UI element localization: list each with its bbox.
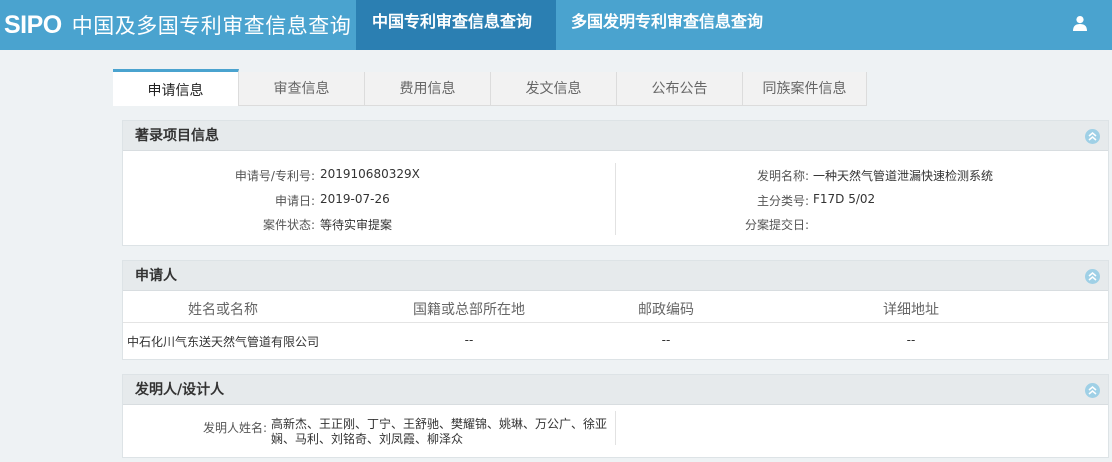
bibliographic-panel-header: 著录项目信息 xyxy=(123,121,1108,151)
tab-family-cases[interactable]: 同族案件信息 xyxy=(743,72,867,106)
column-header-nationality: 国籍或总部所在地 xyxy=(413,302,525,318)
detail-tabs: 申请信息 审查信息 费用信息 发文信息 公布公告 同族案件信息 xyxy=(113,69,867,106)
invention-name-value: 一种天然气管道泄漏快速检测系统 xyxy=(813,169,994,183)
main-class-label: 主分类号: xyxy=(756,194,809,208)
nav-tab-china-patent[interactable]: 中国专利审查信息查询 xyxy=(356,0,556,50)
tab-notice-info[interactable]: 发文信息 xyxy=(491,72,617,106)
site-title: 中国及多国专利审查信息查询 xyxy=(71,14,352,38)
inventor-names-line-2: 娴、马利、刘铭奇、刘凤霞、柳泽众 xyxy=(271,432,464,446)
inventor-panel-header: 发明人/设计人 xyxy=(123,375,1108,405)
table-divider xyxy=(123,322,1108,323)
bibliographic-panel-title: 著录项目信息 xyxy=(135,128,219,144)
divisional-date-label: 分案提交日: xyxy=(744,218,809,232)
case-status-label: 案件状态: xyxy=(262,218,315,232)
tab-publication-info[interactable]: 公布公告 xyxy=(617,72,743,106)
logo-mark: SIPO xyxy=(4,10,62,39)
inventor-panel-title: 发明人/设计人 xyxy=(135,382,225,398)
sipo-logo[interactable]: SIPO 中国及多国专利审查信息查询 xyxy=(4,8,351,42)
application-number-value: 201910680329X xyxy=(320,167,420,181)
column-header-postcode: 邮政编码 xyxy=(638,302,694,318)
tab-application-info[interactable]: 申请信息 xyxy=(113,69,239,106)
inventor-panel: 发明人/设计人 发明人姓名: 高新杰、王正刚、丁宁、王舒驰、樊耀锦、姚琳、万公广… xyxy=(122,374,1109,458)
collapse-icon[interactable] xyxy=(1085,269,1100,284)
application-number-label: 申请号/专利号: xyxy=(234,169,315,183)
user-icon[interactable] xyxy=(1072,15,1088,31)
application-date-value: 2019-07-26 xyxy=(320,192,390,206)
applicant-panel: 申请人 姓名或名称 国籍或总部所在地 邮政编码 详细地址 中石化川气东送天然气管… xyxy=(122,260,1109,360)
nationality-cell: -- xyxy=(464,333,474,347)
applicant-panel-header: 申请人 xyxy=(123,261,1108,291)
applicant-name-cell: 中石化川气东送天然气管道有限公司 xyxy=(127,335,320,349)
column-header-address: 详细地址 xyxy=(883,302,939,318)
column-divider xyxy=(615,411,616,445)
main-class-value: F17D 5/02 xyxy=(813,192,876,206)
top-navigation-bar: SIPO 中国及多国专利审查信息查询 中国专利审查信息查询 多国发明专利审查信息… xyxy=(0,0,1112,50)
nav-tab-multi-country-patent[interactable]: 多国发明专利审查信息查询 xyxy=(571,0,811,50)
column-header-name: 姓名或名称 xyxy=(188,302,258,318)
address-cell: -- xyxy=(906,333,916,347)
collapse-icon[interactable] xyxy=(1085,129,1100,144)
collapse-icon[interactable] xyxy=(1085,383,1100,398)
bibliographic-panel: 著录项目信息 申请号/专利号: 201910680329X 申请日: 2019-… xyxy=(122,120,1109,246)
tab-fee-info[interactable]: 费用信息 xyxy=(365,72,491,106)
inventor-names-label: 发明人姓名: xyxy=(202,421,267,435)
applicant-panel-title: 申请人 xyxy=(135,268,177,284)
application-date-label: 申请日: xyxy=(274,194,315,208)
tab-examination-info[interactable]: 审查信息 xyxy=(239,72,365,106)
invention-name-label: 发明名称: xyxy=(756,169,809,183)
case-status-value: 等待实审提案 xyxy=(320,218,393,232)
postcode-cell: -- xyxy=(661,333,671,347)
column-divider xyxy=(615,163,616,235)
